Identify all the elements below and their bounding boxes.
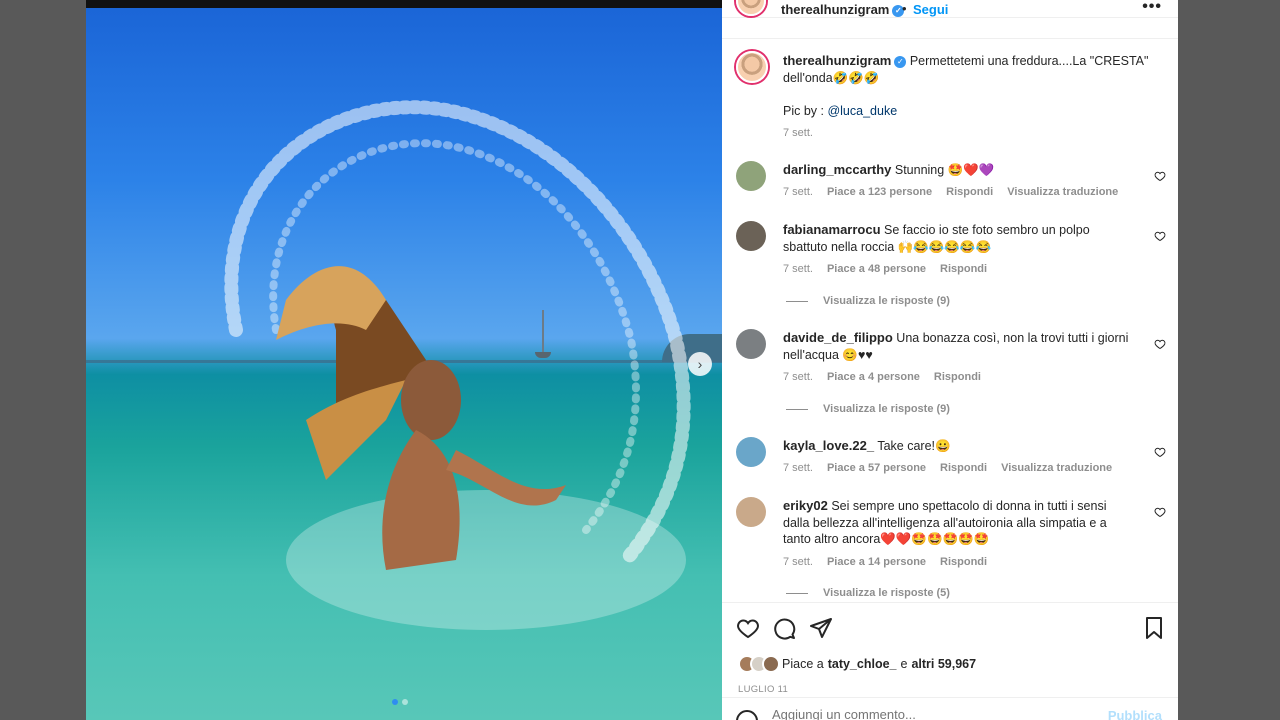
view-replies-button[interactable]: Visualizza le risposte (9) [786,295,950,307]
comment-username[interactable]: darling_mccarthy [783,162,891,177]
next-arrow-icon[interactable]: › [688,352,712,376]
heart-icon[interactable] [1154,506,1166,518]
post-date: LUGLIO 11 [738,684,789,695]
reply-button[interactable]: Rispondi [934,371,981,383]
comments-list[interactable]: therealhunzigram ✓ Permettetemi una fredd… [722,38,1178,602]
avatar[interactable] [736,329,766,359]
likes-count[interactable]: Piace a 14 persone [827,556,926,568]
likes-count[interactable]: Piace a 48 persone [827,263,926,275]
post-header: therealhunzigram ✓ • Segui ••• [722,0,1178,18]
smile-icon[interactable] [736,710,758,720]
verified-icon: ✓ [894,56,907,68]
likes-count[interactable]: Piace a 57 persone [827,462,926,474]
avatar[interactable] [736,161,766,191]
publish-button[interactable]: Pubblica [1108,708,1162,720]
heart-icon[interactable] [1154,446,1166,458]
bookmark-icon[interactable] [1142,616,1166,640]
post-panel: therealhunzigram ✓ • Segui ••• therealhun… [722,0,1178,720]
comment-username[interactable]: kayla_love.22_ [783,438,874,453]
follow-button[interactable]: Segui [913,2,948,17]
heart-icon[interactable] [1154,170,1166,182]
likes-summary: Piace a taty_chloe_ e altri 59,967 [738,655,980,673]
comment-username[interactable]: eriky02 [783,498,828,513]
avatar[interactable] [736,437,766,467]
credit-link[interactable]: @luca_duke [827,104,897,118]
post-photo[interactable]: › [86,0,722,720]
author-avatar[interactable] [736,0,766,16]
comment-username[interactable]: fabianamarrocu [783,222,881,237]
reply-button[interactable]: Rispondi [946,186,993,198]
heart-icon[interactable] [736,616,760,640]
likes-count[interactable]: Piace a 123 persone [827,186,932,198]
likers-avatars [738,655,780,673]
add-comment-bar: Pubblica [722,697,1178,720]
view-replies-button[interactable]: Visualizza le risposte (5) [786,587,950,599]
translate-button[interactable]: Visualizza traduzione [1007,186,1118,198]
translate-button[interactable]: Visualizza traduzione [1001,462,1112,474]
reply-button[interactable]: Rispondi [940,556,987,568]
avatar[interactable] [736,221,766,251]
caption-avatar[interactable] [736,51,768,83]
author-username[interactable]: therealhunzigram ✓ [781,2,905,17]
view-replies-button[interactable]: Visualizza le risposte (9) [786,403,950,415]
others-likes[interactable]: altri 59,967 [911,657,976,671]
likes-count[interactable]: Piace a 4 persone [827,371,920,383]
caption-credit: Pic by : @luca_duke [783,104,898,118]
caption-text: therealhunzigram ✓ Permettetemi una fredd… [783,53,1149,85]
water-splash [224,100,691,630]
comment-username[interactable]: davide_de_filippo [783,330,893,345]
liker-username[interactable]: taty_chloe_ [828,657,897,671]
comment-icon[interactable] [772,616,796,640]
reply-button[interactable]: Rispondi [940,263,987,275]
separator-dot: • [902,1,907,16]
carousel-dots [392,699,408,705]
heart-icon[interactable] [1154,338,1166,350]
heart-icon[interactable] [1154,230,1166,242]
reply-button[interactable]: Rispondi [940,462,987,474]
post-actions: Piace a taty_chloe_ e altri 59,967 LUGLIO 1… [722,602,1178,720]
share-icon[interactable] [809,616,833,640]
comment-input[interactable] [772,707,1092,720]
caption-time: 7 sett. [783,127,813,139]
avatar[interactable] [736,497,766,527]
more-options-icon[interactable]: ••• [1142,0,1162,16]
